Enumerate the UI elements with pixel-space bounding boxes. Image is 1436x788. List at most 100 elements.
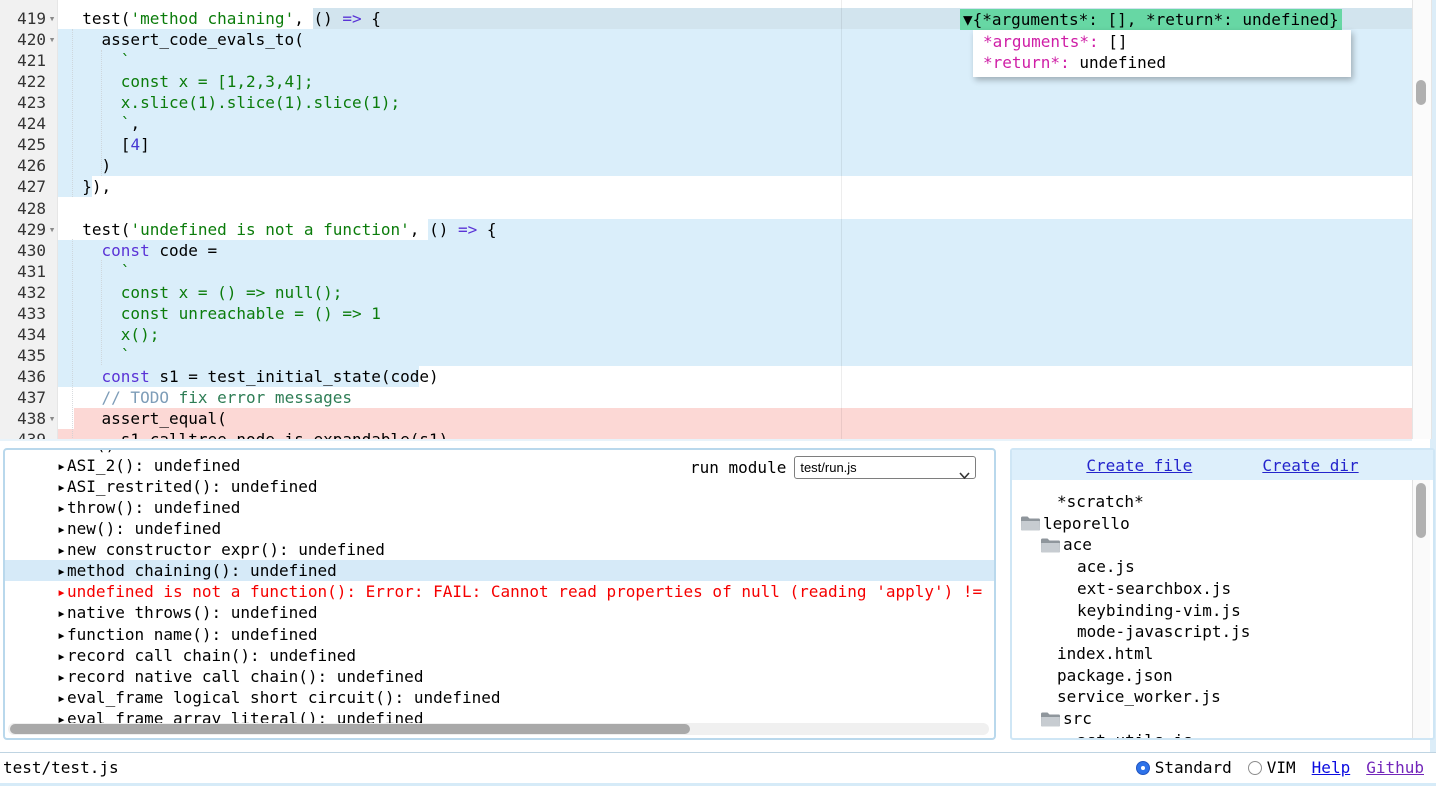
code-line[interactable]: ` (63, 345, 130, 366)
gutter-line-number: 426 (0, 155, 46, 176)
expand-arrow-icon: ▸ (57, 604, 66, 622)
file-tree-item-label: index.html (1057, 643, 1153, 665)
gutter-line-number: 436 (0, 366, 46, 387)
code-line[interactable]: test('method chaining', () => { (63, 8, 381, 29)
gutter-line-number: 421 (0, 50, 46, 71)
code-line[interactable]: ` (63, 50, 130, 71)
code-line[interactable]: s1.calltree_node_is_expandable(s1) (63, 429, 448, 441)
file-tree-vertical-scrollbar[interactable] (1412, 480, 1430, 738)
help-link[interactable]: Help (1312, 758, 1351, 777)
keybinding-label-standard: Standard (1155, 758, 1232, 777)
file-tree-item-label: leporello (1043, 513, 1130, 535)
code-line[interactable]: const unreachable = () => 1 (63, 303, 381, 324)
log-horizontal-scrollbar-thumb[interactable] (10, 724, 690, 734)
run-module-control: run module test/run.js (690, 456, 976, 479)
file-tree-item[interactable]: ace.js (1012, 556, 1412, 578)
file-tree-item[interactable]: *scratch* (1012, 491, 1412, 513)
editor-vertical-scrollbar[interactable] (1412, 0, 1432, 439)
test-result-item[interactable]: ▸native throws(): undefined (5, 602, 994, 623)
expand-arrow-icon: ▸ (57, 626, 66, 644)
code-line[interactable]: assert_code_evals_to( (63, 29, 304, 50)
test-result-item[interactable]: ▸new(): undefined (5, 518, 994, 539)
code-line[interactable]: x(); (63, 324, 159, 345)
test-results-panel: ▸ASI(): undefined▸ASI_2(): undefined▸ASI… (3, 448, 996, 740)
run-module-select[interactable]: test/run.js (794, 456, 976, 479)
highlight-region (428, 219, 1412, 240)
expand-arrow-icon: ▸ (57, 583, 66, 601)
highlight-region (58, 134, 1412, 155)
highlight-region (58, 113, 1412, 134)
test-result-item[interactable]: ▸new constructor expr(): undefined (5, 539, 994, 560)
tooltip-header[interactable]: ▼{*arguments*: [], *return*: undefined} (960, 9, 1342, 30)
highlight-region (58, 324, 1412, 345)
tooltip-entry-return[interactable]: *return*: undefined (983, 52, 1351, 73)
file-tree-item[interactable]: src (1012, 708, 1412, 730)
gutter-line-number: 434 (0, 324, 46, 345)
page-bottom-strip (0, 783, 1436, 786)
fold-widget[interactable]: ▾ (46, 219, 58, 240)
code-line[interactable]: assert_equal( (63, 408, 227, 429)
code-line[interactable]: [4] (63, 134, 150, 155)
file-tree-item[interactable]: keybinding-vim.js (1012, 600, 1412, 622)
tooltip-entry-arguments[interactable]: *arguments*: [] (983, 31, 1351, 52)
fold-widget[interactable]: ▾ (46, 408, 58, 429)
file-tree-item[interactable]: leporello (1012, 513, 1412, 535)
gutter-line-number: 424 (0, 113, 46, 134)
gutter-line-number: 432 (0, 282, 46, 303)
code-line[interactable]: }), (63, 176, 111, 197)
keybinding-option-standard[interactable]: Standard (1136, 758, 1232, 777)
gutter-line-number: 425 (0, 134, 46, 155)
code-line[interactable]: // TODO fix error messages (63, 387, 352, 408)
file-tree-item[interactable]: index.html (1012, 643, 1412, 665)
code-line[interactable]: const x = [1,2,3,4]; (63, 71, 313, 92)
file-tree-item-label: ext-searchbox.js (1077, 578, 1231, 600)
test-result-item[interactable]: ▸record call chain(): undefined (5, 645, 994, 666)
run-module-label: run module (690, 458, 786, 477)
test-result-item[interactable]: ▸eval_frame logical short circuit(): und… (5, 687, 994, 708)
test-result-item[interactable]: ▸throw(): undefined (5, 497, 994, 518)
gutter-line-number: 438 (0, 408, 46, 429)
create-file-link[interactable]: Create file (1086, 456, 1192, 475)
code-line[interactable]: `, (63, 113, 140, 134)
code-line[interactable]: const code = (63, 240, 217, 261)
github-link[interactable]: Github (1366, 758, 1424, 777)
fold-widget[interactable]: ▾ (46, 29, 58, 50)
code-line[interactable]: ) (63, 155, 111, 176)
create-dir-link[interactable]: Create dir (1262, 456, 1358, 475)
test-result-item[interactable]: ▸method chaining(): undefined (5, 560, 994, 581)
expand-arrow-icon: ▸ (57, 689, 66, 707)
radio-unselected-icon[interactable] (1248, 761, 1262, 775)
code-line[interactable]: x.slice(1).slice(1).slice(1); (63, 92, 400, 113)
file-tree-vertical-scrollbar-thumb[interactable] (1416, 483, 1426, 538)
file-tree-item[interactable]: ace (1012, 534, 1412, 556)
test-result-item[interactable]: ▸function name(): undefined (5, 624, 994, 645)
print-margin (841, 0, 842, 439)
file-tree-item[interactable]: mode-javascript.js (1012, 621, 1412, 643)
expand-arrow-icon: ▸ (57, 562, 66, 580)
fold-widget[interactable]: ▾ (46, 8, 58, 29)
folder-icon (1040, 537, 1061, 554)
expand-arrow-icon: ▸ (57, 647, 66, 665)
file-tree-item[interactable]: package.json (1012, 665, 1412, 687)
code-line[interactable]: const s1 = test_initial_state(code) (63, 366, 439, 387)
code-line[interactable]: ` (63, 261, 130, 282)
status-bar: test/test.js Standard VIM Help Github (0, 752, 1436, 784)
test-result-item[interactable]: ▸ASI(): undefined (5, 448, 994, 455)
test-result-item[interactable]: ▸record native call chain(): undefined (5, 666, 994, 687)
file-tree-item[interactable]: ext-searchbox.js (1012, 578, 1412, 600)
test-result-item[interactable]: ▸ASI_restrited(): undefined (5, 476, 994, 497)
code-line[interactable]: const x = () => null(); (63, 282, 342, 303)
editor-vertical-scrollbar-thumb[interactable] (1416, 80, 1426, 105)
gutter-line-number: 429 (0, 219, 46, 240)
radio-selected-icon[interactable] (1136, 761, 1150, 775)
file-tree-item-label: package.json (1057, 665, 1173, 687)
test-result-item[interactable]: ▸undefined is not a function(): Error: F… (5, 581, 994, 602)
keybinding-option-vim[interactable]: VIM (1248, 758, 1296, 777)
gutter-line-number: 439 (0, 429, 46, 441)
gutter-line-number: 430 (0, 240, 46, 261)
log-horizontal-scrollbar[interactable] (8, 723, 989, 735)
code-line[interactable]: test('undefined is not a function', () =… (63, 219, 497, 240)
file-tree-item[interactable]: ast_utils.js (1012, 730, 1412, 740)
file-tree-item[interactable]: service_worker.js (1012, 686, 1412, 708)
current-file-path: test/test.js (3, 758, 119, 777)
